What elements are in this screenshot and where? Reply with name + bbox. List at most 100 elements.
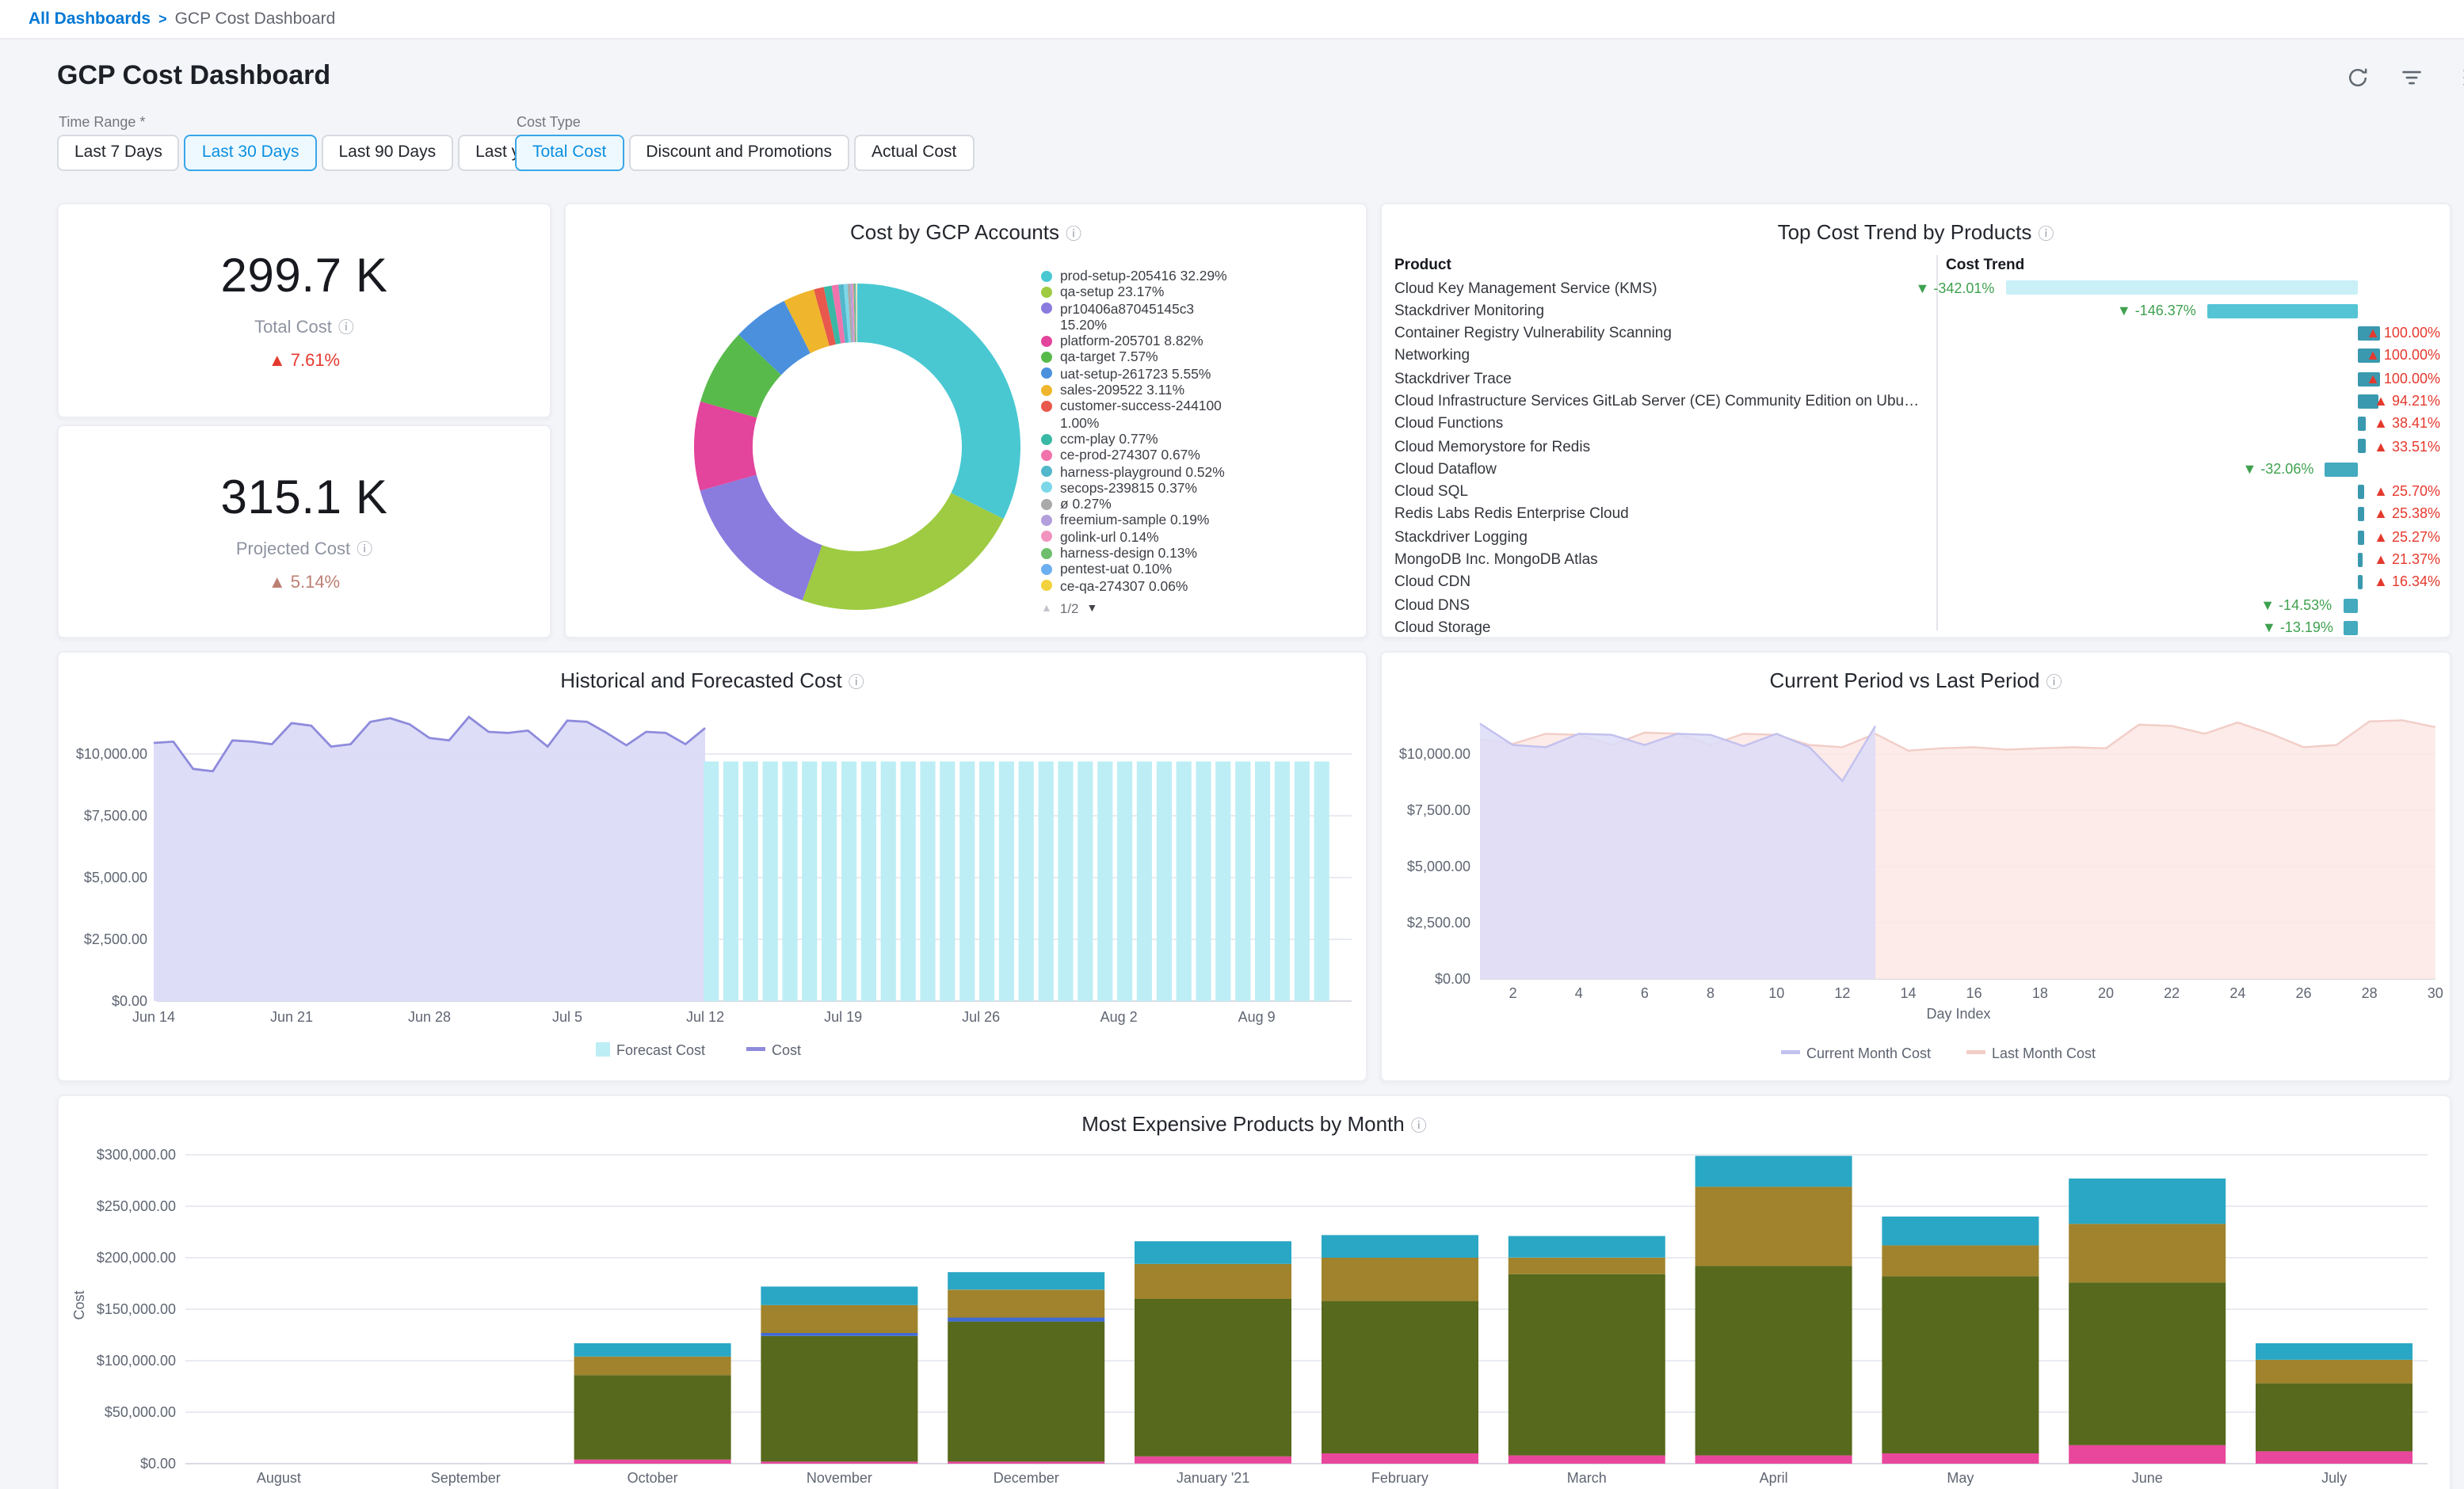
trend-bar[interactable] [2207,303,2358,318]
filter-icon[interactable] [2399,65,2424,90]
legend-item[interactable]: qa-target 7.57% [1041,349,1228,366]
trend-bar[interactable] [2358,530,2363,544]
cost-type-actual-cost-button[interactable]: Actual Cost [854,135,974,171]
stacked-bar-segment[interactable] [1322,1453,1478,1464]
info-icon[interactable]: ⓘ [2038,227,2054,244]
forecast-bar[interactable] [1255,761,1270,1001]
info-icon[interactable]: ⓘ [2046,675,2062,692]
trend-bar[interactable] [2325,463,2358,477]
period-area[interactable] [1480,724,1875,979]
stacked-bar-segment[interactable] [2069,1282,2226,1445]
stacked-bar-segment[interactable] [761,1305,917,1333]
forecast-bar[interactable] [1215,761,1230,1001]
legend-item[interactable]: golink-url 0.14% [1041,529,1228,546]
info-icon[interactable]: ⓘ [849,675,864,692]
stacked-bar-segment[interactable] [1882,1453,2039,1464]
legend-page-down-icon[interactable]: ▼ [1087,603,1098,614]
stacked-bar-segment[interactable] [761,1333,917,1336]
forecast-bar[interactable] [1019,761,1034,1001]
legend-item[interactable]: pr10406a87045145c3 15.20% [1041,300,1228,333]
breadcrumb-root-link[interactable]: All Dashboards [29,10,151,29]
trend-bar[interactable] [2358,576,2363,590]
info-icon[interactable]: ⓘ [338,320,354,337]
trend-bar[interactable] [2343,598,2358,612]
stacked-bar-segment[interactable] [574,1375,731,1460]
stacked-bar-segment[interactable] [574,1357,731,1375]
legend-item[interactable]: qa-setup 23.17% [1041,284,1228,301]
stacked-bar-segment[interactable] [948,1461,1104,1464]
time-range-last-90-days-button[interactable]: Last 90 Days [322,135,454,171]
forecast-bar[interactable] [1295,761,1310,1001]
forecast-bar[interactable] [1157,761,1172,1001]
legend-item[interactable]: ce-qa-274307 0.06% [1041,577,1228,594]
legend-item[interactable]: ø 0.27% [1041,496,1228,512]
stacked-bar-segment[interactable] [761,1461,917,1464]
stacked-bar-segment[interactable] [1509,1236,1665,1258]
legend-item[interactable]: uat-setup-261723 5.55% [1041,366,1228,383]
stacked-bar-segment[interactable] [1135,1299,1291,1457]
time-range-last-30-days-button[interactable]: Last 30 Days [185,135,317,171]
stacked-bar-segment[interactable] [948,1289,1104,1317]
table-row[interactable]: Cloud CDN▲ 16.34% [1382,572,2450,595]
forecast-bar[interactable] [743,761,758,1001]
forecast-bar[interactable] [763,761,778,1001]
donut-slice[interactable] [700,475,822,600]
stacked-bar-segment[interactable] [948,1272,1104,1289]
trend-bar[interactable] [2358,417,2367,431]
legend-item[interactable]: secops-239815 0.37% [1041,480,1228,497]
stacked-bar-segment[interactable] [1135,1264,1291,1299]
forecast-bar[interactable] [1039,761,1054,1001]
stacked-bar-segment[interactable] [574,1460,731,1464]
forecast-bar[interactable] [1078,761,1093,1001]
table-row[interactable]: Stackdriver Monitoring▼ -146.37% [1382,300,2450,323]
legend-page-up-icon[interactable]: ▲ [1041,603,1052,614]
info-icon[interactable]: ⓘ [357,541,372,558]
forecast-bar[interactable] [802,761,817,1001]
forecast-bar[interactable] [841,761,856,1001]
stacked-bar-segment[interactable] [1695,1186,1852,1266]
table-row[interactable]: Container Registry Vulnerability Scannin… [1382,322,2450,345]
legend-item[interactable]: sales-209522 3.11% [1041,382,1228,398]
cost-type-total-cost-button[interactable]: Total Cost [515,135,624,171]
table-row[interactable]: Cloud Memorystore for Redis▲ 33.51% [1382,436,2450,459]
forecast-bar[interactable] [704,761,719,1001]
forecast-bar[interactable] [861,761,876,1001]
donut-slice[interactable] [803,493,1004,610]
time-range-last-7-days-button[interactable]: Last 7 Days [57,135,180,171]
table-row[interactable]: Cloud Key Management Service (KMS)▼ -342… [1382,277,2450,300]
stacked-bar-segment[interactable] [1695,1156,1852,1186]
forecast-bar[interactable] [881,761,896,1001]
forecast-bar[interactable] [782,761,797,1001]
table-row[interactable]: Cloud DNS▼ -14.53% [1382,594,2450,617]
forecast-bar[interactable] [1235,761,1250,1001]
stacked-bar-segment[interactable] [1509,1274,1665,1456]
stacked-bar-segment[interactable] [1509,1456,1665,1464]
stacked-bar-segment[interactable] [1695,1266,1852,1455]
stacked-bar-segment[interactable] [1322,1301,1478,1453]
donut-slice[interactable] [857,284,1020,519]
stacked-bar-segment[interactable] [1882,1245,2039,1276]
trend-bar[interactable] [2358,440,2365,454]
stacked-bar-segment[interactable] [2256,1343,2413,1360]
stacked-bar-segment[interactable] [948,1322,1104,1462]
forecast-bar[interactable] [1137,761,1152,1001]
legend-item[interactable]: freemium-sample 0.19% [1041,512,1228,529]
legend-item[interactable]: ccm-play 0.77% [1041,431,1228,447]
refresh-icon[interactable] [2345,65,2371,90]
legend-item[interactable]: prod-setup-205416 32.29% [1041,268,1228,284]
stacked-bar-segment[interactable] [1882,1217,2039,1245]
stacked-bar-segment[interactable] [2256,1360,2413,1384]
trend-bar[interactable] [2005,281,2358,295]
stacked-bar-segment[interactable] [1509,1258,1665,1274]
legend-item[interactable]: pentest-uat 0.10% [1041,562,1228,578]
stacked-bar-segment[interactable] [1135,1241,1291,1264]
legend-item[interactable]: harness-design 0.13% [1041,545,1228,562]
forecast-bar[interactable] [1177,761,1192,1001]
table-row[interactable]: MongoDB Inc. MongoDB Atlas▲ 21.37% [1382,549,2450,572]
forecast-bar[interactable] [1097,761,1112,1001]
table-row[interactable]: Cloud Dataflow▼ -32.06% [1382,459,2450,482]
legend-item[interactable]: ce-prod-274307 0.67% [1041,447,1228,464]
forecast-bar[interactable] [959,761,975,1001]
kebab-menu-icon[interactable] [2453,65,2464,90]
trend-bar[interactable] [2358,553,2363,567]
